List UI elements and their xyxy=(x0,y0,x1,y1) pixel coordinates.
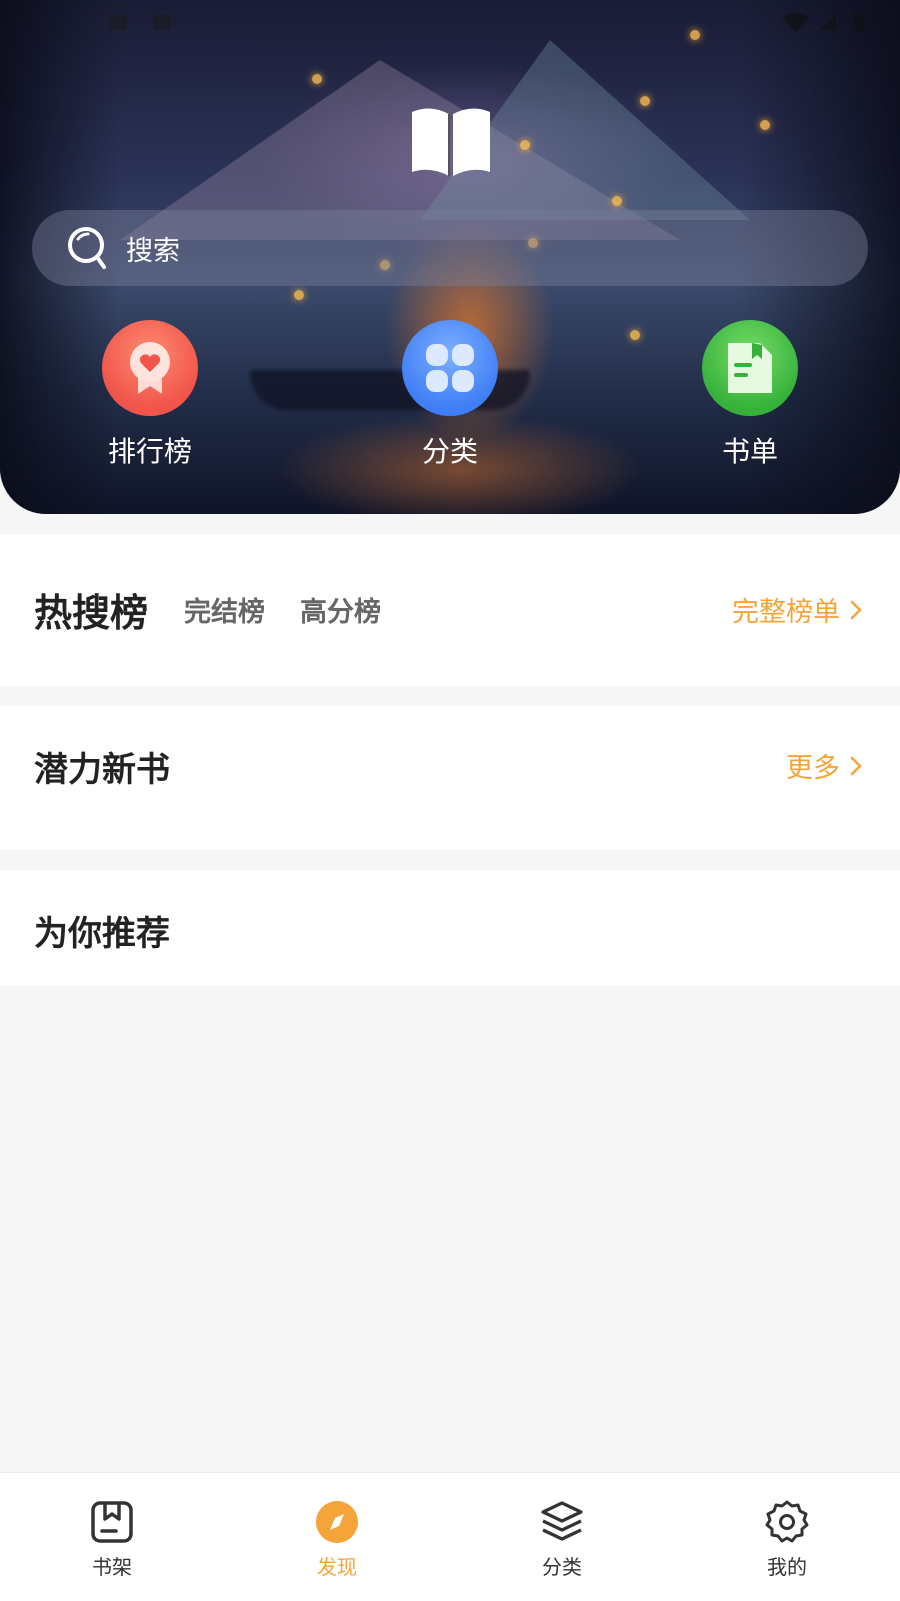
booklist-icon xyxy=(702,320,798,416)
status-bar xyxy=(0,0,900,44)
category-grid-icon xyxy=(402,320,498,416)
hot-ranking-section: 热搜榜 完结榜 高分榜 完整榜单 xyxy=(0,534,900,686)
nav-item-category[interactable]: 分类 xyxy=(502,1499,622,1580)
nav-label: 书架 xyxy=(92,1555,132,1579)
nav-item-bookshelf[interactable]: 书架 xyxy=(52,1499,172,1580)
chevron-right-icon xyxy=(850,756,862,775)
quick-link-ranking[interactable]: 排行榜 xyxy=(70,320,230,470)
lantern-light xyxy=(640,96,650,106)
search-icon xyxy=(68,227,106,269)
quick-link-label: 书单 xyxy=(721,435,778,468)
section-title: 潜力新书 xyxy=(34,750,170,790)
bottom-navigation: 书架 发现 分类 我的 xyxy=(0,1472,900,1601)
full-ranking-label: 完整榜单 xyxy=(732,597,840,628)
nav-label: 分类 xyxy=(542,1555,582,1579)
section-title: 为你推荐 xyxy=(34,914,170,954)
lantern-light xyxy=(294,290,304,300)
search-bar[interactable]: 搜索 xyxy=(32,210,868,286)
chevron-right-icon xyxy=(850,600,862,619)
nav-label: 发现 xyxy=(317,1555,357,1579)
lantern-light xyxy=(630,330,640,340)
quick-link-category[interactable]: 分类 xyxy=(370,320,530,470)
bookshelf-icon xyxy=(91,1501,133,1543)
layers-icon xyxy=(541,1501,583,1541)
more-label: 更多 xyxy=(786,753,840,784)
wifi-icon xyxy=(782,13,810,32)
battery-icon xyxy=(853,13,865,32)
nav-item-mine[interactable]: 我的 xyxy=(727,1499,847,1580)
ranking-medal-icon xyxy=(102,320,198,416)
quick-link-booklist[interactable]: 书单 xyxy=(670,320,830,470)
tab-high-score[interactable]: 高分榜 xyxy=(300,590,381,629)
lantern-light xyxy=(312,74,322,84)
open-book-logo-icon xyxy=(412,108,490,176)
lantern-light xyxy=(612,196,622,206)
nav-label: 我的 xyxy=(767,1555,807,1579)
potential-new-books-section: 潜力新书 更多 xyxy=(0,706,900,850)
quick-link-label: 排行榜 xyxy=(107,435,192,468)
more-link[interactable]: 更多 xyxy=(786,746,862,785)
settings-gear-icon xyxy=(765,1500,809,1543)
recommend-section: 为你推荐 xyxy=(0,870,900,986)
quick-link-label: 分类 xyxy=(421,435,478,468)
font-notification-icon xyxy=(153,14,171,30)
nav-item-discover[interactable]: 发现 xyxy=(277,1499,397,1580)
tab-hot-search[interactable]: 热搜榜 xyxy=(34,582,148,637)
signal-icon xyxy=(820,14,836,30)
full-ranking-link[interactable]: 完整榜单 xyxy=(732,590,862,629)
compass-icon xyxy=(316,1501,358,1543)
tab-completed[interactable]: 完结榜 xyxy=(184,590,265,629)
header-banner: 搜索 排行榜 分类 书单 xyxy=(0,0,900,514)
lantern-light xyxy=(760,120,770,130)
search-placeholder: 搜索 xyxy=(126,235,180,267)
image-notification-icon xyxy=(109,14,127,30)
lantern-light xyxy=(520,140,530,150)
